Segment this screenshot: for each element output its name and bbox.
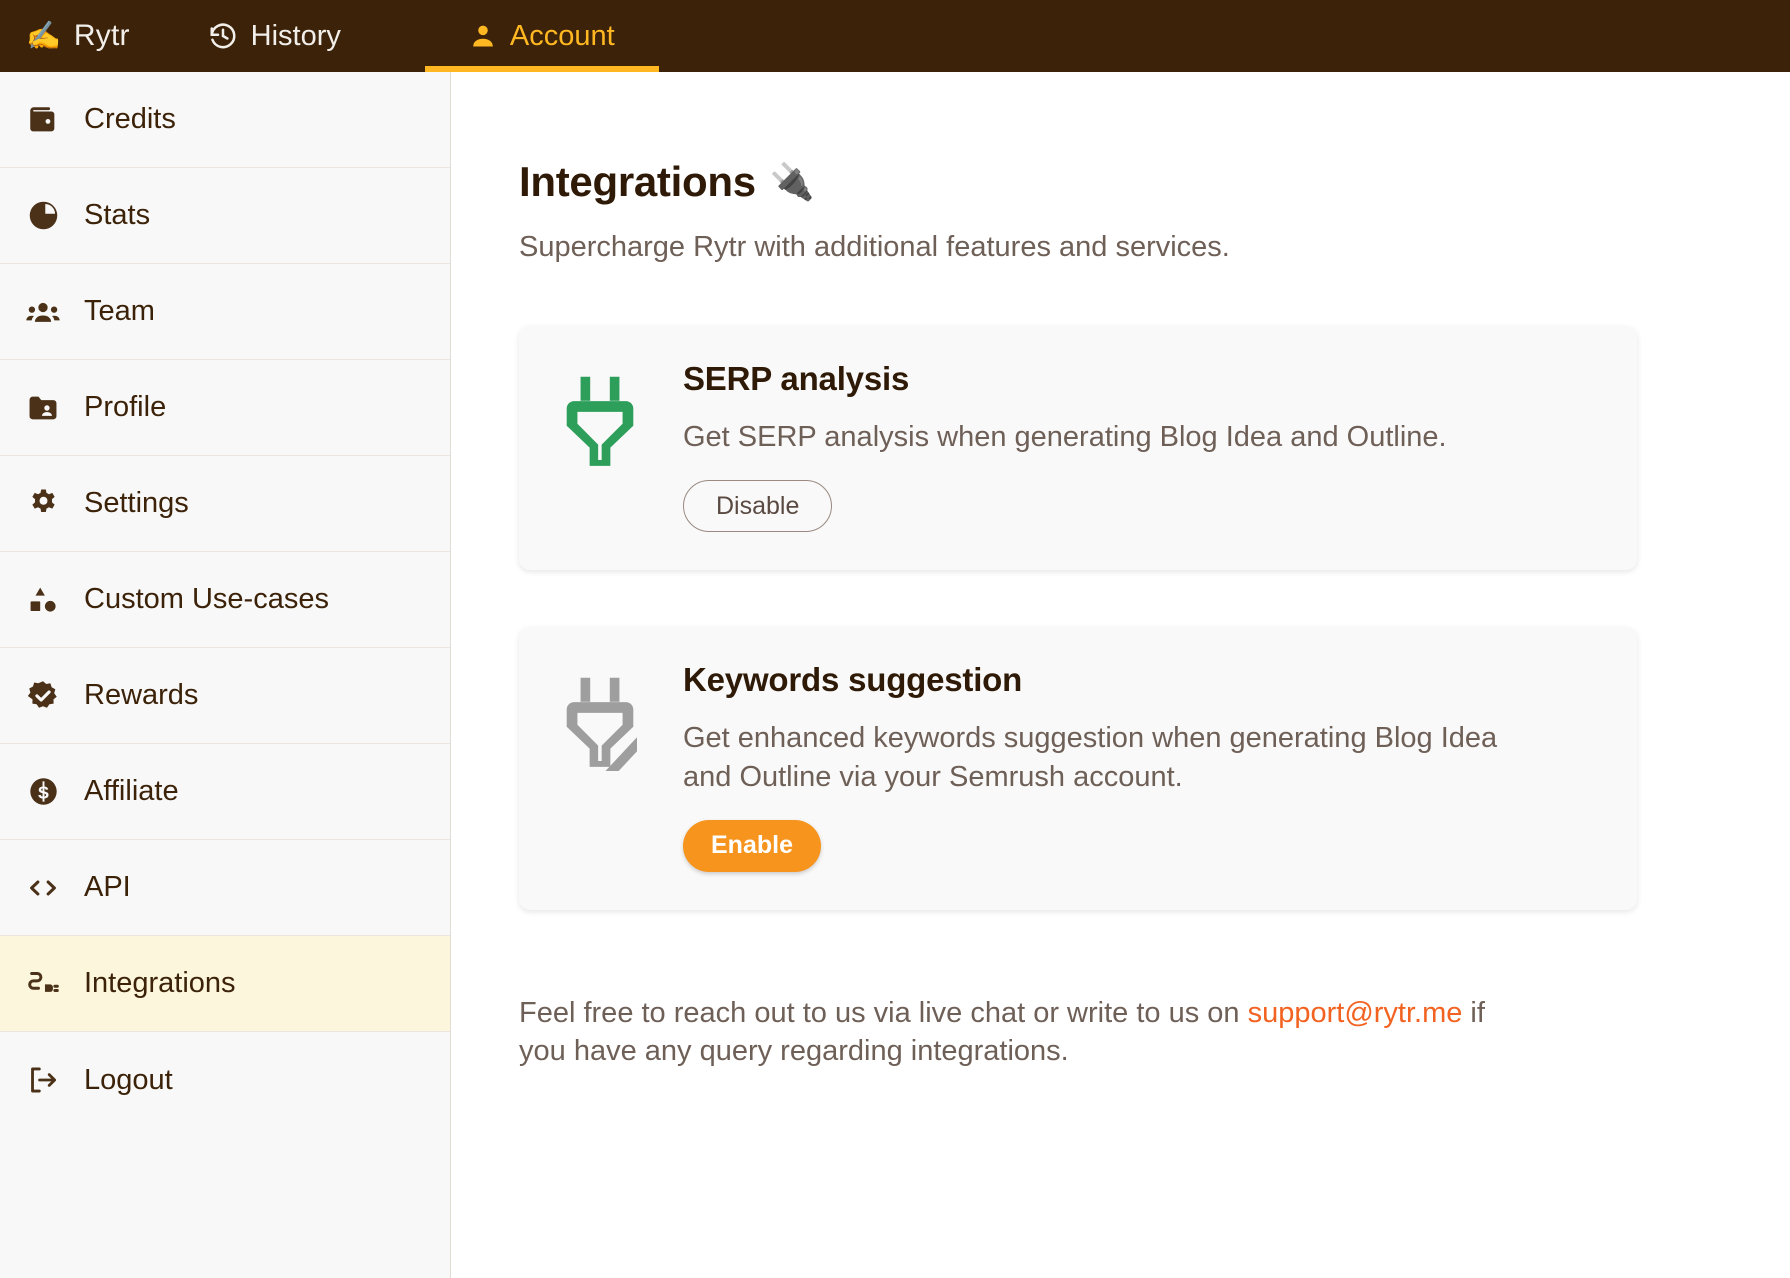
plug-emoji-icon: 🔌 xyxy=(769,161,815,202)
sidebar-item-logout[interactable]: Logout xyxy=(0,1032,450,1128)
integration-card-keywords-suggestion: Keywords suggestion Get enhanced keyword… xyxy=(519,627,1637,910)
nav-item-rytr[interactable]: ✍️ Rytr xyxy=(0,0,160,72)
page-subtitle: Supercharge Rytr with additional feature… xyxy=(519,231,1230,263)
card-title-keywords-suggestion: Keywords suggestion xyxy=(683,661,1023,699)
nav-item-history-label: History xyxy=(250,19,341,52)
sidebar-item-affiliate[interactable]: S Affiliate xyxy=(0,744,450,840)
gear-icon xyxy=(22,483,64,525)
code-brackets-icon xyxy=(22,867,64,909)
card-body: Keywords suggestion Get enhanced keyword… xyxy=(683,659,1601,872)
page-title: Integrations 🔌 xyxy=(519,158,1790,206)
enable-button[interactable]: Enable xyxy=(683,819,821,872)
sidebar-item-profile[interactable]: Profile xyxy=(0,360,450,456)
sidebar-item-stats-label: Stats xyxy=(84,199,151,231)
nav-item-account-label: Account xyxy=(509,19,615,52)
sidebar-item-profile-label: Profile xyxy=(84,391,167,423)
account-sidebar: Credits Stats Team Profile Settings Cust… xyxy=(0,72,451,1278)
card-title-serp-analysis: SERP analysis xyxy=(683,360,910,397)
shapes-icon xyxy=(22,579,64,621)
disable-button[interactable]: Disable xyxy=(683,480,833,533)
card-description-keywords-suggestion: Get enhanced keywords suggestion when ge… xyxy=(683,722,1498,793)
folder-person-icon xyxy=(22,387,64,429)
sidebar-item-logout-label: Logout xyxy=(84,1063,173,1096)
sidebar-item-api-label: API xyxy=(84,871,131,903)
sidebar-item-api[interactable]: API xyxy=(0,840,450,936)
page-body: Credits Stats Team Profile Settings Cust… xyxy=(0,72,1790,1278)
sidebar-item-stats[interactable]: Stats xyxy=(0,168,450,264)
sidebar-item-team[interactable]: Team xyxy=(0,264,450,360)
sidebar-item-integrations[interactable]: Integrations xyxy=(0,936,450,1032)
sidebar-item-rewards[interactable]: Rewards xyxy=(0,648,450,744)
dollar-circle-icon: S xyxy=(22,771,64,813)
pie-chart-icon xyxy=(22,195,64,237)
plug-connected-icon xyxy=(563,358,637,475)
plug-disconnected-icon xyxy=(563,659,679,786)
sidebar-item-custom-use-cases-label: Custom Use-cases xyxy=(84,583,329,615)
sidebar-item-settings[interactable]: Settings xyxy=(0,456,450,552)
person-icon xyxy=(469,22,497,50)
writing-hand-emoji-icon: ✍️ xyxy=(26,20,61,51)
support-footnote: Feel free to reach out to us via live ch… xyxy=(519,994,1509,1071)
sidebar-item-credits[interactable]: Credits xyxy=(0,72,450,168)
sidebar-item-integrations-label: Integrations xyxy=(84,967,236,999)
people-icon xyxy=(22,291,64,333)
wallet-icon xyxy=(22,99,64,141)
footnote-text-before: Feel free to reach out to us via live ch… xyxy=(519,996,1248,1029)
sidebar-item-rewards-label: Rewards xyxy=(84,679,199,711)
nav-item-account[interactable]: Account xyxy=(424,0,659,72)
nav-item-history[interactable]: History xyxy=(174,0,375,72)
verified-badge-icon xyxy=(22,675,64,717)
plug-icon xyxy=(22,963,64,1005)
sidebar-item-team-label: Team xyxy=(84,295,155,327)
sidebar-item-settings-label: Settings xyxy=(84,487,189,519)
integration-card-serp-analysis: SERP analysis Get SERP analysis when gen… xyxy=(519,326,1637,571)
nav-item-rytr-label: Rytr xyxy=(73,19,130,52)
history-clock-icon xyxy=(208,21,238,51)
sidebar-item-credits-label: Credits xyxy=(84,103,176,135)
card-body: SERP analysis Get SERP analysis when gen… xyxy=(683,358,1601,533)
integrations-main-content: Integrations 🔌 Supercharge Rytr with add… xyxy=(451,72,1790,1278)
top-navigation-bar: ✍️ Rytr History Account xyxy=(0,0,1790,72)
card-description-serp-analysis: Get SERP analysis when generating Blog I… xyxy=(683,421,1447,453)
page-title-text: Integrations xyxy=(519,158,756,205)
sidebar-item-custom-use-cases[interactable]: Custom Use-cases xyxy=(0,552,450,648)
sidebar-item-affiliate-label: Affiliate xyxy=(84,775,179,807)
support-email-link[interactable]: support@rytr.me xyxy=(1248,997,1463,1029)
logout-icon xyxy=(22,1059,64,1101)
